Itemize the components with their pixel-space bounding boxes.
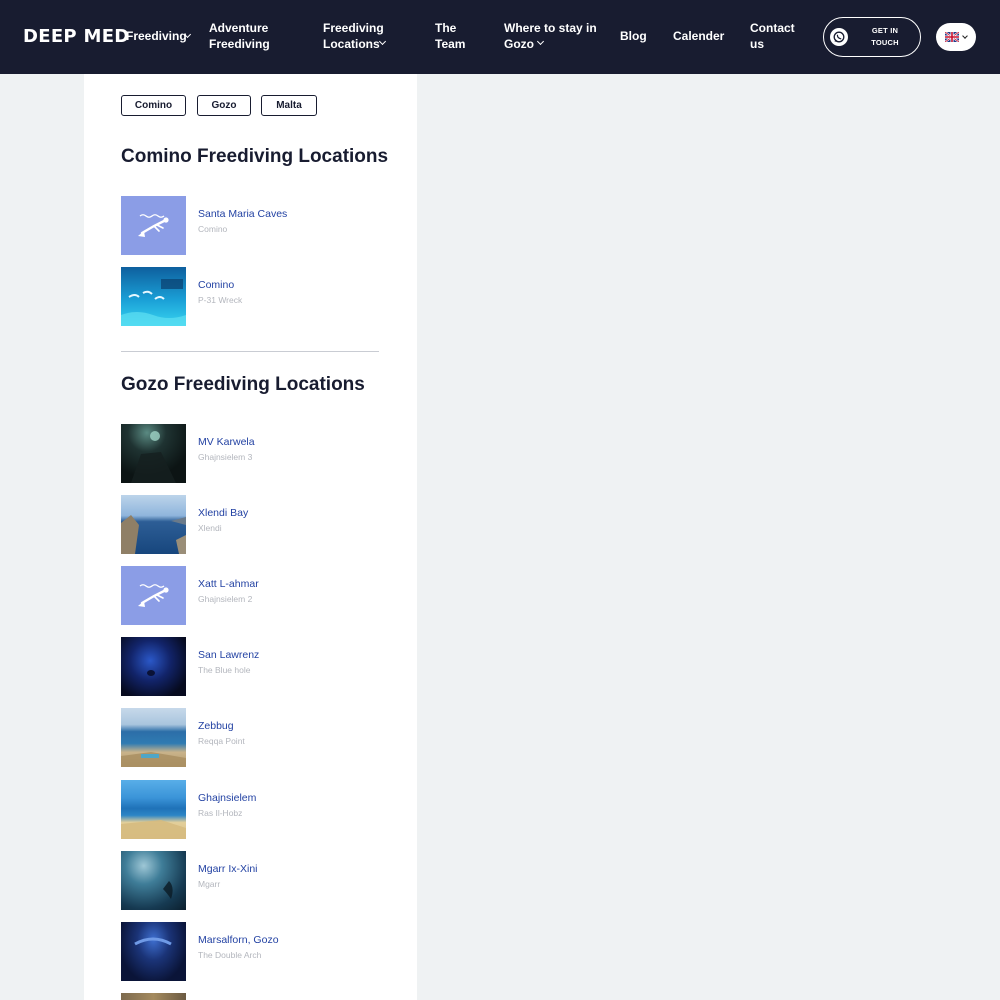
location-subtitle: Xlendi	[198, 523, 222, 533]
location-subtitle: Comino	[198, 224, 228, 234]
section-divider	[121, 351, 379, 352]
nav-contact-us[interactable]: Contact us	[750, 20, 795, 52]
location-name: Xatt L-ahmar	[198, 578, 259, 590]
nav-label: Contact	[750, 21, 795, 35]
nav-blog[interactable]: Blog	[620, 28, 647, 44]
nav-freediving[interactable]: Freediving	[126, 28, 192, 44]
location-item[interactable]: Xlendi Bay Xlendi	[121, 495, 379, 554]
language-selector[interactable]	[936, 23, 976, 51]
location-name: Xlendi Bay	[198, 507, 249, 519]
nav-label: us	[750, 37, 765, 51]
nav-label: Blog	[620, 29, 647, 43]
location-name: Mgarr Ix-Xini	[198, 863, 258, 875]
location-subtitle: Mgarr	[198, 879, 221, 889]
nav-label: Freediving	[126, 29, 187, 43]
nav-where-to-stay[interactable]: Where to stay in Gozo	[504, 20, 597, 52]
whatsapp-icon	[830, 28, 848, 46]
underwater-cave-photo	[121, 851, 186, 910]
location-item[interactable]: Ghajnsielem Ras Il-Hobz	[121, 780, 379, 839]
location-subtitle: P-31 Wreck	[198, 295, 243, 305]
location-subtitle: Ras Il-Hobz	[198, 808, 243, 818]
location-subtitle: Ghajnsielem 3	[198, 452, 253, 462]
nav-calender[interactable]: Calender	[673, 28, 724, 44]
filter-comino[interactable]: Comino	[121, 95, 186, 116]
section-title-comino: Comino Freediving Locations	[121, 146, 389, 167]
location-item[interactable]: Santa Maria Caves Comino	[121, 196, 379, 255]
nav-label: Where to stay in	[504, 21, 597, 35]
location-name: MV Karwela	[198, 436, 255, 448]
nav-adventure-freediving[interactable]: Adventure Freediving	[209, 20, 270, 52]
location-subtitle: The Double Arch	[198, 950, 262, 960]
blue-hole-photo	[121, 637, 186, 696]
underwater-divers-photo	[121, 267, 186, 326]
cta-line-2: TOUCH	[871, 38, 899, 47]
location-item[interactable]: Comino P-31 Wreck	[121, 267, 379, 326]
nav-label: Freediving	[209, 37, 270, 51]
location-subtitle: Ghajnsielem 2	[198, 594, 253, 604]
diver-placeholder-icon	[121, 196, 186, 255]
location-item[interactable]: Mgarr Ix-Xini Mgarr	[121, 851, 379, 910]
nav-label: Locations	[323, 37, 380, 51]
location-item[interactable]	[121, 993, 379, 1000]
nav-label: Team	[435, 37, 466, 51]
site-logo[interactable]: DEEP MED	[23, 26, 130, 47]
dark-wreck-photo	[121, 424, 186, 483]
nav-the-team[interactable]: The Team	[435, 20, 465, 52]
location-name: San Lawrenz	[198, 649, 260, 661]
nav-freediving-locations[interactable]: Freediving Locations	[323, 20, 387, 52]
location-item[interactable]: Zebbug Reqqa Point	[121, 708, 379, 767]
bay-cliffs-photo	[121, 495, 186, 554]
location-name: Zebbug	[198, 720, 234, 732]
nav-label: Calender	[673, 29, 725, 43]
nav-label: Adventure	[209, 21, 269, 35]
location-name: Marsalforn, Gozo	[198, 934, 279, 946]
rocky-shore-photo	[121, 780, 186, 839]
uk-flag-icon	[945, 32, 959, 42]
location-item[interactable]: Marsalforn, Gozo The Double Arch	[121, 922, 379, 981]
nav-label: Freediving	[323, 21, 384, 35]
location-item[interactable]: San Lawrenz The Blue hole	[121, 637, 379, 696]
get-in-touch-label: GET IN TOUCH	[858, 25, 912, 49]
filter-gozo[interactable]: Gozo	[197, 95, 251, 116]
chevron-down-icon	[962, 33, 968, 39]
site-header: DEEP MED Freediving Adventure Freediving…	[0, 0, 1000, 74]
location-name: Ghajnsielem	[198, 792, 257, 804]
location-subtitle: The Blue hole	[198, 665, 251, 675]
double-arch-photo	[121, 922, 186, 981]
rock-photo	[121, 993, 186, 1000]
section-title-gozo: Gozo Freediving Locations	[121, 374, 365, 395]
location-item[interactable]: Xatt L-ahmar Ghajnsielem 2	[121, 566, 379, 625]
diver-placeholder-icon	[121, 566, 186, 625]
nav-label: The	[435, 21, 457, 35]
location-subtitle: Reqqa Point	[198, 736, 245, 746]
location-item[interactable]: MV Karwela Ghajnsielem 3	[121, 424, 379, 483]
location-name: Comino	[198, 279, 235, 291]
get-in-touch-button[interactable]: GET IN TOUCH	[823, 17, 921, 57]
nav-label: Gozo	[504, 37, 534, 51]
filter-malta[interactable]: Malta	[261, 95, 317, 116]
cta-line-1: GET IN	[871, 26, 899, 35]
location-name: Santa Maria Caves	[198, 208, 288, 220]
coastline-photo	[121, 708, 186, 767]
